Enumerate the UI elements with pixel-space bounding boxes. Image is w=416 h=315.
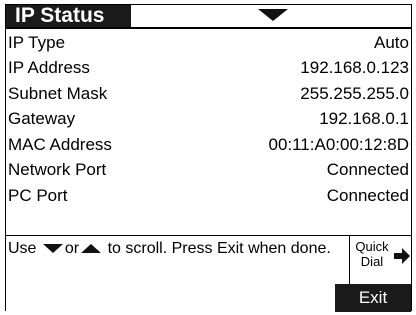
arrow-right-icon bbox=[394, 248, 410, 264]
row-value: 192.168.0.123 bbox=[300, 58, 409, 78]
softkey-bar: Exit bbox=[6, 283, 411, 312]
help-message: Use or to scroll. Press Exit when done. bbox=[8, 238, 338, 259]
row-value: 192.168.0.1 bbox=[319, 109, 409, 129]
status-row-ip-type: IP Type Auto bbox=[6, 30, 411, 56]
quick-dial-softkey[interactable]: Quick Dial bbox=[349, 236, 411, 284]
scroll-up-icon bbox=[81, 244, 102, 254]
page-title: IP Status bbox=[6, 5, 131, 27]
triangle-down-icon[interactable] bbox=[258, 9, 288, 21]
row-label: Subnet Mask bbox=[8, 83, 108, 103]
row-label: Gateway bbox=[8, 109, 76, 129]
row-label: Network Port bbox=[8, 160, 107, 180]
row-label: PC Port bbox=[8, 185, 68, 205]
status-row-network-port: Network Port Connected bbox=[6, 158, 411, 184]
help-text-part: Use bbox=[8, 240, 37, 257]
row-value: Connected bbox=[326, 185, 409, 205]
row-value: Auto bbox=[374, 32, 409, 52]
row-value: Connected bbox=[326, 160, 409, 180]
row-label: IP Type bbox=[8, 32, 66, 52]
status-list: IP Type Auto IP Address 192.168.0.123 Su… bbox=[6, 30, 411, 209]
status-row-gateway: Gateway 192.168.0.1 bbox=[6, 107, 411, 133]
row-value: 00:11:A0:00:12:8D bbox=[268, 134, 409, 154]
status-row-mac-address: MAC Address 00:11:A0:00:12:8D bbox=[6, 132, 411, 158]
row-label: MAC Address bbox=[8, 134, 112, 154]
status-row-subnet-mask: Subnet Mask 255.255.255.0 bbox=[6, 81, 411, 107]
message-bar: Use or to scroll. Press Exit when done. … bbox=[6, 235, 411, 284]
scroll-down-icon bbox=[42, 244, 63, 254]
status-row-ip-address: IP Address 192.168.0.123 bbox=[6, 56, 411, 82]
help-text-part: or bbox=[64, 240, 80, 257]
status-row-pc-port: PC Port Connected bbox=[6, 183, 411, 209]
row-label: IP Address bbox=[8, 58, 90, 78]
row-value: 255.255.255.0 bbox=[300, 83, 409, 103]
exit-button[interactable]: Exit bbox=[335, 284, 411, 312]
quick-dial-label: Quick Dial bbox=[355, 239, 389, 269]
phone-screen: IP Status IP Type Auto IP Address 192.16… bbox=[5, 4, 412, 312]
title-bar: IP Status bbox=[6, 5, 411, 29]
help-text-part: to scroll. Press Exit when done. bbox=[107, 240, 331, 257]
